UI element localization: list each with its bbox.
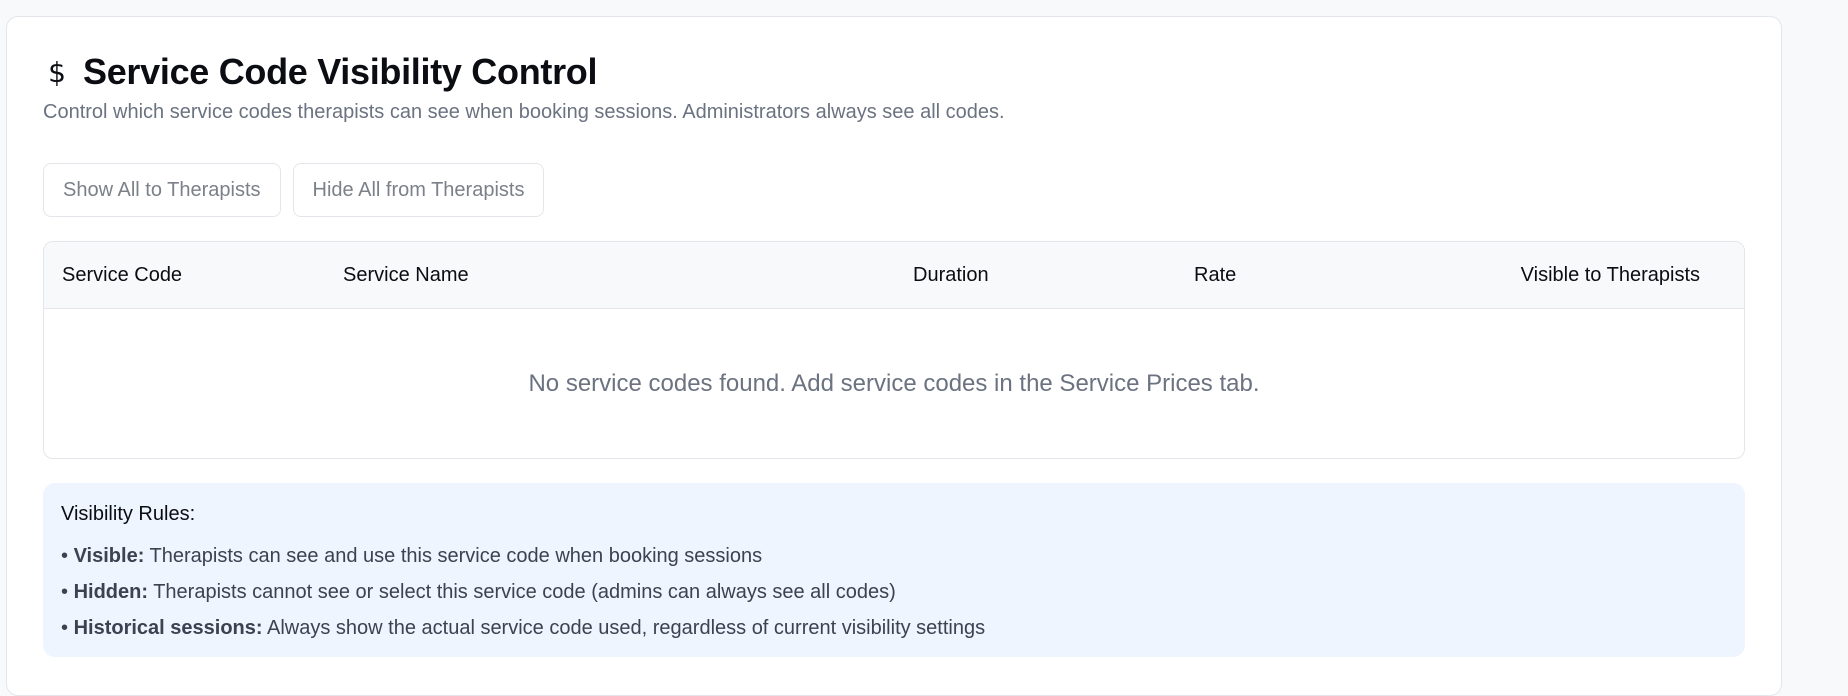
page-subtitle: Control which service codes therapists c… — [43, 101, 1005, 123]
column-header-service-name: Service Name — [343, 264, 469, 286]
rule-bullet: • — [61, 617, 69, 639]
empty-state-message: No service codes found. Add service code… — [528, 369, 1260, 397]
service-codes-table: Service Code Service Name Duration Rate … — [43, 241, 1745, 459]
column-header-rate: Rate — [1194, 264, 1237, 286]
page-title: Service Code Visibility Control — [83, 51, 598, 92]
rule-text: Always show the actual service code used… — [262, 617, 986, 639]
rule-bullet: • — [61, 545, 69, 567]
rule-term: Historical sessions: — [73, 617, 263, 639]
bulk-actions: Show All to Therapists Hide All from The… — [43, 163, 545, 217]
visibility-control-card: $ Service Code Visibility Control Contro… — [6, 16, 1782, 696]
rule-bullet: • — [61, 581, 69, 603]
page-header: $ Service Code Visibility Control — [43, 51, 597, 93]
rule-hidden: • Hidden: Therapists cannot see or selec… — [61, 574, 1727, 610]
rule-visible: • Visible: Therapists can see and use th… — [61, 538, 1727, 574]
rule-historical-sessions: • Historical sessions: Always show the a… — [61, 610, 1727, 646]
dollar-icon: $ — [48, 55, 66, 89]
column-header-duration: Duration — [913, 264, 989, 286]
show-all-button[interactable]: Show All to Therapists — [43, 163, 281, 217]
visibility-rules-title: Visibility Rules: — [61, 503, 196, 525]
rule-text: Therapists can see and use this service … — [144, 545, 763, 567]
rule-term: Visible: — [73, 545, 145, 567]
hide-all-button[interactable]: Hide All from Therapists — [292, 163, 545, 217]
visibility-rules-panel: Visibility Rules: • Visible: Therapists … — [43, 483, 1745, 657]
column-header-visible-to-therapists: Visible to Therapists — [1520, 264, 1700, 286]
table-header: Service Code Service Name Duration Rate … — [44, 242, 1744, 309]
rule-term: Hidden: — [73, 581, 149, 603]
column-header-service-code: Service Code — [62, 264, 183, 286]
rule-text: Therapists cannot see or select this ser… — [148, 581, 896, 603]
